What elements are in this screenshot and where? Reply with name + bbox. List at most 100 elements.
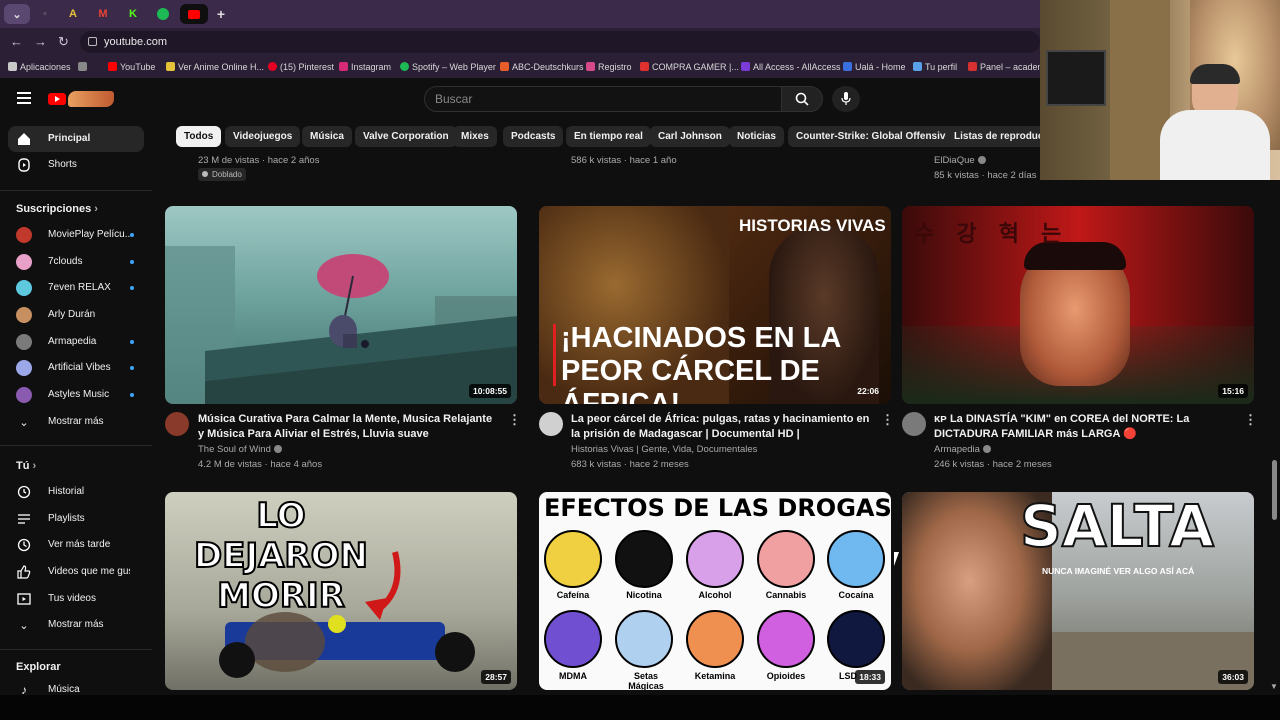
sidebar-sub-arly[interactable]: Arly Durán bbox=[8, 302, 144, 328]
tab-gmail-icon[interactable]: M bbox=[90, 4, 116, 24]
menu-icon[interactable] bbox=[17, 92, 31, 104]
sidebar-sub-astyles[interactable]: Astyles Music bbox=[8, 382, 144, 408]
scrollbar[interactable] bbox=[1270, 180, 1280, 695]
sidebar-item-principal[interactable]: Principal bbox=[8, 126, 144, 152]
chip-listas[interactable]: Listas de reproducción bbox=[946, 126, 1040, 147]
scroll-down-icon[interactable]: ▼ bbox=[1270, 682, 1278, 691]
sidebar-divider bbox=[0, 190, 152, 191]
channel-name[interactable]: The Soul of Wind bbox=[198, 444, 282, 455]
channel-avatar bbox=[16, 360, 32, 376]
back-icon[interactable]: ← bbox=[10, 34, 23, 49]
new-content-dot bbox=[130, 233, 134, 237]
reload-icon[interactable]: ↻ bbox=[58, 34, 69, 50]
video-thumbnail[interactable]: 10:08:55 bbox=[165, 206, 517, 404]
bookmark-perfil[interactable]: Tu perfil bbox=[913, 62, 957, 72]
bookmark-abc[interactable]: ABC-Deutschkurs bbox=[500, 62, 584, 72]
taskbar bbox=[0, 695, 1280, 720]
webcam-overlay bbox=[1040, 0, 1280, 180]
channel-avatar[interactable] bbox=[902, 412, 926, 436]
channel-name[interactable]: Armapedia bbox=[934, 444, 991, 455]
channel-name[interactable]: Historias Vivas | Gente, Vida, Documenta… bbox=[571, 444, 757, 455]
tab-youtube-icon[interactable] bbox=[180, 4, 208, 24]
search-button[interactable] bbox=[781, 86, 823, 112]
chip-todos[interactable]: Todos bbox=[176, 126, 222, 147]
more-options-icon[interactable]: ⋮ bbox=[881, 412, 894, 428]
new-content-dot bbox=[130, 340, 134, 344]
you-header[interactable]: Tú › bbox=[16, 460, 36, 472]
search-icon bbox=[795, 92, 809, 106]
tab-kick-icon[interactable]: K bbox=[120, 4, 146, 24]
mic-icon bbox=[841, 92, 851, 105]
uala-icon bbox=[843, 62, 852, 71]
bookmark-pinterest[interactable]: (15) Pinterest bbox=[268, 62, 334, 72]
channel-avatar[interactable] bbox=[165, 412, 189, 436]
bookmark-anime[interactable]: Ver Anime Online H... bbox=[166, 62, 264, 72]
video-thumbnail[interactable]: LO DEJARON MORIR 28:57 bbox=[165, 492, 517, 690]
voice-search-button[interactable] bbox=[832, 86, 860, 112]
youtube-logo[interactable] bbox=[48, 91, 114, 107]
video-title[interactable]: ᴋᴘ La DINASTÍA "KIM" en COREA del NORTE:… bbox=[934, 412, 1234, 442]
chip-podcasts[interactable]: Podcasts bbox=[503, 126, 564, 147]
chip-valve[interactable]: Valve Corporation bbox=[355, 126, 457, 147]
sidebar-sub-movieplay[interactable]: MoviePlay Pelícu... bbox=[8, 222, 144, 248]
chevron-right-icon: › bbox=[94, 203, 98, 215]
scrollbar-thumb[interactable] bbox=[1272, 460, 1277, 520]
registro-icon bbox=[586, 62, 595, 71]
sidebar-item-watch-later[interactable]: Ver más tarde bbox=[8, 532, 144, 558]
tab-list-button[interactable]: ⌄ bbox=[4, 4, 30, 24]
sidebar-you-show-more[interactable]: ⌄ Mostrar más bbox=[8, 612, 144, 638]
bookmark-allaccess[interactable]: All Access - AllAccess bbox=[741, 62, 841, 72]
profile-icon bbox=[913, 62, 922, 71]
bookmark-apps[interactable]: Aplicaciones bbox=[8, 62, 71, 72]
sidebar-item-historial[interactable]: Historial bbox=[8, 479, 144, 505]
video-thumbnail[interactable]: 수 강 혁 는 15:16 bbox=[902, 206, 1254, 404]
video-title[interactable]: La peor cárcel de África: pulgas, ratas … bbox=[571, 412, 871, 442]
site-info-icon[interactable] bbox=[88, 37, 97, 46]
video-thumbnail[interactable]: EFECTOS DE LAS DROGAS Cafeína Nicotina A… bbox=[539, 492, 891, 690]
panel-icon bbox=[968, 62, 977, 71]
bookmark-registro[interactable]: Registro bbox=[586, 62, 632, 72]
sidebar-item-playlists[interactable]: Playlists bbox=[8, 506, 144, 532]
bookmark-instagram[interactable]: Instagram bbox=[339, 62, 391, 72]
thumbs-up-icon bbox=[16, 564, 32, 580]
bookmark-compragamer[interactable]: COMPRA GAMER |... bbox=[640, 62, 739, 72]
chip-mixes[interactable]: Mixes bbox=[453, 126, 497, 147]
sidebar-subs-show-more[interactable]: ⌄ Mostrar más bbox=[8, 409, 144, 435]
spotify-icon bbox=[400, 62, 409, 71]
sidebar-item-your-videos[interactable]: Tus videos bbox=[8, 586, 144, 612]
pinterest-icon bbox=[268, 62, 277, 71]
sidebar-item-shorts[interactable]: Shorts bbox=[8, 152, 144, 178]
sidebar-item-liked[interactable]: Videos que me gus... bbox=[8, 559, 144, 585]
video-thumbnail[interactable]: SALTA NUNCA IMAGINÉ VER ALGO ASÍ ACÁ 36:… bbox=[902, 492, 1254, 690]
chip-musica[interactable]: Música bbox=[302, 126, 352, 147]
forward-icon[interactable]: → bbox=[34, 34, 47, 49]
tab-spotify-icon[interactable] bbox=[150, 4, 176, 24]
search-input[interactable]: Buscar bbox=[424, 86, 782, 112]
url-field[interactable]: youtube.com bbox=[80, 31, 1040, 53]
sidebar-sub-7even[interactable]: 7even RELAX bbox=[8, 275, 144, 301]
video-title[interactable]: Música Curativa Para Calmar la Mente, Mu… bbox=[198, 412, 498, 442]
new-tab-button[interactable]: + bbox=[208, 4, 234, 24]
chip-noticias[interactable]: Noticias bbox=[729, 126, 784, 147]
bookmark-uala[interactable]: Ualá - Home bbox=[843, 62, 906, 72]
channel-avatar[interactable] bbox=[539, 412, 563, 436]
sidebar-sub-7clouds[interactable]: 7clouds bbox=[8, 249, 144, 275]
sidebar-sub-armapedia[interactable]: Armapedia bbox=[8, 329, 144, 355]
bookmark-grid[interactable] bbox=[78, 62, 90, 72]
chip-counter-strike[interactable]: Counter-Strike: Global Offensive bbox=[788, 126, 960, 147]
more-options-icon[interactable]: ⋮ bbox=[508, 412, 521, 428]
sidebar-sub-artificial[interactable]: Artificial Vibes bbox=[8, 355, 144, 381]
chip-videojuegos[interactable]: Videojuegos bbox=[225, 126, 301, 147]
bookmark-spotify[interactable]: Spotify – Web Player bbox=[400, 62, 496, 72]
bookmark-youtube[interactable]: YouTube bbox=[108, 62, 155, 72]
subscriptions-header[interactable]: Suscripciones › bbox=[16, 203, 98, 215]
channel-avatar bbox=[16, 254, 32, 270]
tab-icon[interactable]: ◦ bbox=[32, 4, 58, 24]
more-options-icon[interactable]: ⋮ bbox=[1244, 412, 1257, 428]
grid-icon bbox=[78, 62, 87, 71]
chip-carl-johnson[interactable]: Carl Johnson bbox=[650, 126, 730, 147]
video-thumbnail[interactable]: HISTORIAS VIVAS ¡HACINADOS EN LA PEOR CÁ… bbox=[539, 206, 891, 404]
chip-tiempo-real[interactable]: En tiempo real bbox=[566, 126, 651, 147]
tab-anime-icon[interactable]: A bbox=[60, 4, 86, 24]
channel-name[interactable]: ElDiaQue bbox=[934, 155, 986, 166]
